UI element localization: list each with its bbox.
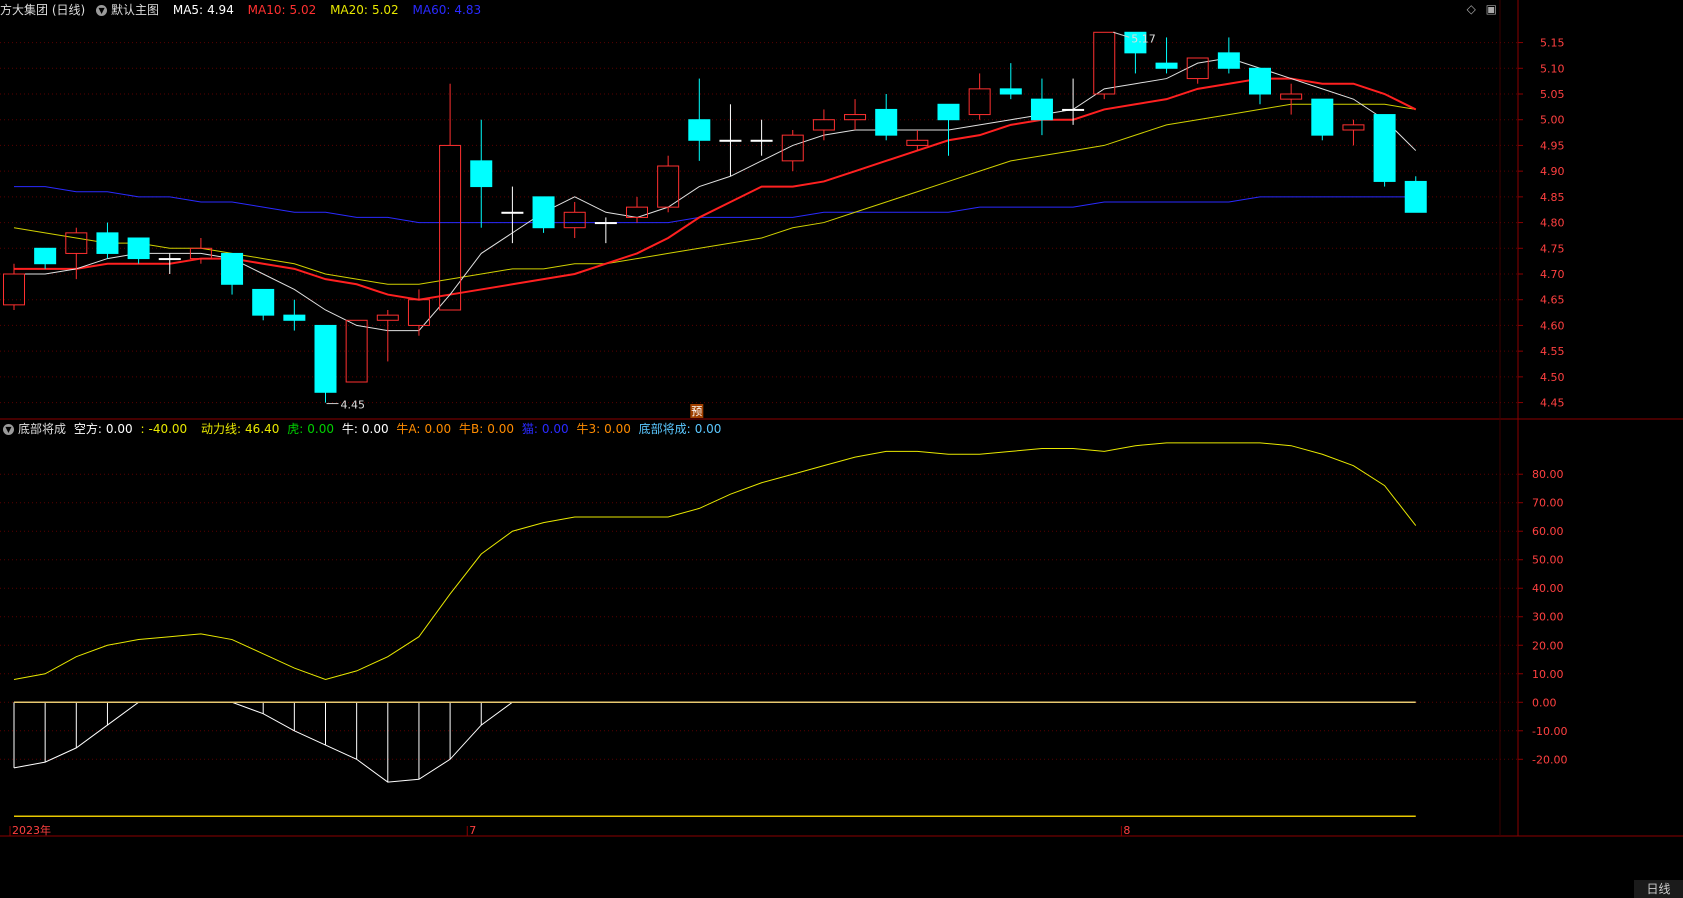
price-tick-label: 4.75 [1540, 242, 1565, 255]
candle-body [1155, 62, 1178, 69]
candle-body [1217, 52, 1240, 69]
time-tick-label: 2023年 [12, 823, 51, 837]
moving-average-lines [13, 57, 1417, 332]
indicator-tick-label: -20.00 [1532, 753, 1567, 766]
time-tick-label: 7 [469, 824, 476, 837]
candle-body [34, 247, 57, 265]
candle-body [283, 314, 306, 321]
grid-lines [0, 42, 1518, 760]
price-tick-label: 4.90 [1540, 165, 1565, 178]
candle-body [812, 119, 835, 131]
candle-body [999, 88, 1022, 95]
candle-body [875, 108, 898, 136]
indicator-tick-label: 10.00 [1532, 668, 1564, 681]
low-marker-label: 4.45 [341, 399, 366, 412]
indicator-tick-label: 70.00 [1532, 497, 1564, 510]
price-tick-label: 4.85 [1540, 191, 1565, 204]
price-tick-label: 4.95 [1540, 139, 1565, 152]
candle-body [906, 139, 929, 146]
candle-body [252, 288, 275, 316]
candle-body [1404, 180, 1427, 213]
indicator-tick-label: 50.00 [1532, 554, 1564, 567]
candle-body [1093, 31, 1116, 95]
candle-body [1186, 57, 1209, 80]
candle-body [1280, 93, 1303, 100]
price-tick-label: 5.05 [1540, 88, 1565, 101]
price-markers: 5.17 4.45 预 [326, 31, 1156, 418]
indicator-tick-label: 0.00 [1532, 696, 1557, 709]
candle-body [781, 134, 804, 162]
candle-body [1311, 98, 1334, 136]
price-tick-label: 5.00 [1540, 114, 1565, 127]
indicator-tick-label: 40.00 [1532, 582, 1564, 595]
price-tick-label: 5.15 [1540, 37, 1565, 50]
kongfang-line [13, 701, 513, 783]
candle-body [96, 232, 119, 254]
candle-body [470, 160, 493, 188]
price-tick-label: 4.70 [1540, 268, 1565, 281]
candle-body [1062, 108, 1085, 111]
chart-frame [0, 0, 1683, 837]
indicator-tick-label: 60.00 [1532, 525, 1564, 538]
candle-body [1373, 114, 1396, 182]
kline-chart[interactable]: 5.15 5.10 5.05 5.00 4.95 4.90 4.85 4.80 4.75 4.70… [0, 0, 1683, 898]
candle-body [657, 165, 680, 208]
candle-body [221, 252, 244, 285]
candle-body [532, 196, 555, 229]
indicator-tick-label: -10.00 [1532, 725, 1567, 738]
dongli-line [13, 442, 1417, 680]
price-tick-label: 4.60 [1540, 319, 1565, 332]
candle-body [3, 273, 25, 306]
candle-body [65, 232, 88, 254]
candle-body [1249, 67, 1271, 95]
candle-body [1342, 124, 1365, 131]
candle-body [127, 237, 150, 260]
candle-body [937, 103, 960, 121]
ma60-line [14, 186, 1416, 224]
price-tick-label: 4.50 [1540, 371, 1565, 384]
price-tick-label: 5.10 [1540, 62, 1565, 75]
axis-ticks: 5.15 5.10 5.05 5.00 4.95 4.90 4.85 4.80 4.75 4.70… [9, 37, 1567, 837]
indicator-tick-label: 30.00 [1532, 611, 1564, 624]
candle-body [968, 88, 991, 116]
candle-body [158, 258, 181, 261]
candle-body [1030, 98, 1053, 121]
ma5-line [14, 57, 1417, 332]
period-button[interactable]: 日线 [1634, 880, 1683, 898]
price-tick-label: 4.55 [1540, 345, 1565, 358]
price-tick-label: 4.65 [1540, 294, 1565, 307]
candle-body [501, 211, 524, 214]
candle-body [844, 114, 867, 121]
candle-body [376, 314, 399, 321]
price-tick-label: 4.80 [1540, 217, 1565, 230]
indicator-tick-label: 20.00 [1532, 639, 1564, 652]
candle-body [314, 324, 337, 393]
time-tick-label: 8 [1123, 824, 1130, 837]
indicator-tick-label: 80.00 [1532, 468, 1564, 481]
price-tick-label: 4.45 [1540, 397, 1565, 410]
candle-body [688, 119, 711, 141]
high-marker-label: 5.17 [1131, 32, 1156, 45]
indicator-lines [13, 442, 1417, 818]
candle-body [594, 222, 617, 225]
forecast-badge-label: 预 [691, 405, 702, 418]
candle-body [719, 139, 742, 142]
candle-body [750, 139, 773, 142]
candle-body [563, 211, 586, 229]
